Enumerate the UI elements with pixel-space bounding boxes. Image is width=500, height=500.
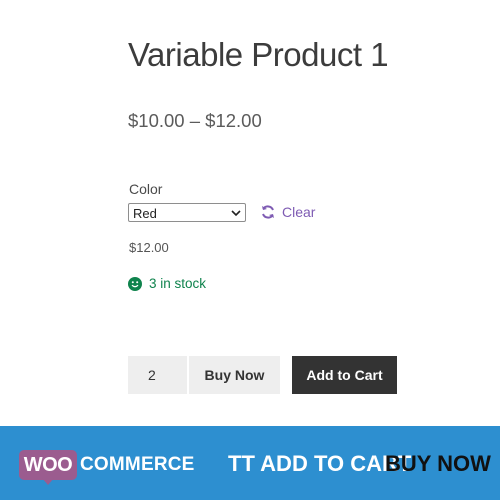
price-range: $10.00 – $12.00 xyxy=(128,110,262,131)
buy-now-button[interactable]: Buy Now xyxy=(189,356,280,394)
color-select-value: Red xyxy=(133,206,157,221)
stock-text: 3 in stock xyxy=(149,276,207,291)
woo-logo-text: WOO xyxy=(23,453,73,476)
clear-label: Clear xyxy=(282,204,316,220)
add-to-cart-button[interactable]: Add to Cart xyxy=(292,356,397,394)
color-attribute-label: Color xyxy=(129,181,163,197)
commerce-logo-text: COMMERCE xyxy=(80,454,195,475)
variation-price: $12.00 xyxy=(129,240,169,255)
product-title: Variable Product 1 xyxy=(128,36,389,73)
clear-variation-link[interactable]: Clear xyxy=(260,203,315,221)
banner-tagline: TT ADD TO CART xyxy=(228,451,412,476)
color-select[interactable]: Red xyxy=(128,203,246,222)
refresh-icon xyxy=(262,205,274,219)
product-summary: Variable Product 1 $10.00 – $12.00 Color… xyxy=(0,0,500,426)
banner-tagline-highlight: BUY NOW xyxy=(385,451,491,476)
chevron-down-icon xyxy=(231,210,241,217)
smiley-icon xyxy=(128,276,142,291)
quantity-input[interactable]: 2 xyxy=(128,356,187,394)
stock-status: 3 in stock xyxy=(128,276,206,291)
